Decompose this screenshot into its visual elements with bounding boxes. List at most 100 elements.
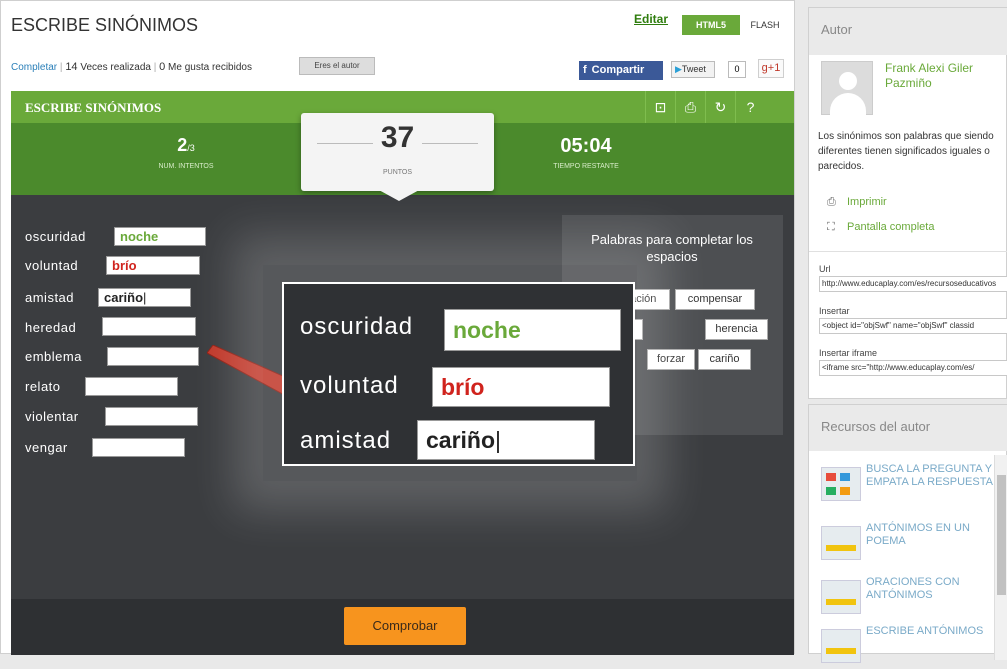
url-field[interactable]: http://www.educaplay.com/es/recursoseduc… [819,276,1007,292]
thumb-block [826,599,856,605]
plays-count: 14 [65,61,78,73]
facebook-icon: f [583,64,587,76]
tweet-count: 0 [728,61,746,78]
twitter-icon: ▶ [675,64,682,74]
time-remaining-value: 05:04 [560,135,612,157]
attempts-count: 2 [177,135,188,155]
check-button[interactable]: Comprobar [344,607,466,645]
tweet-button[interactable]: ▶Tweet [671,61,715,78]
tweet-label: Tweet [681,64,706,74]
answer-input-emblema[interactable] [107,347,199,366]
time-remaining-label: TIEMPO RESTANTE [553,163,619,170]
iframe-field[interactable]: <iframe src="http://www.educaplay.com/es… [819,360,1007,376]
resource-title: ANTÓNIMOS EN UN POEMA [866,522,970,547]
text-thumbnail-icon [821,580,861,614]
url-label: Url [819,264,831,274]
attempts-value: 2/3 [131,135,241,156]
word-label-violentar: violentar [25,409,79,424]
scrollbar-thumb[interactable] [997,475,1006,595]
points-box: 37 PUNTOS [301,113,494,191]
author-button[interactable]: Eres el autor [299,57,375,75]
activity-meta: Completar | 14 Veces realizada | 0 Me gu… [11,61,252,73]
tab-flash[interactable]: FLASH [742,15,788,35]
print-icon[interactable]: ⎙ [675,91,705,123]
zoom-answer-text-amistad: cariño [426,427,496,453]
word-label-heredad: heredad [25,320,77,335]
thumb-block [826,487,836,495]
word-bank-title: Palabras para completar los espacios [591,232,753,264]
author-panel: Autor Frank Alexi Giler Pazmiño Los sinó… [808,7,1007,399]
zoom-callout: oscuridad noche voluntad brío amistad ca… [282,282,635,466]
thumb-block [826,473,836,481]
thumb-block [826,545,856,551]
resource-item[interactable]: ORACIONES CON ANTÓNIMOS [821,576,1001,620]
word-chip-forzar[interactable]: forzar [647,349,695,370]
author-heading: Autor [809,8,1007,55]
word-label-vengar: vengar [25,440,68,455]
answer-input-oscuridad[interactable]: noche [114,227,206,246]
answer-input-relato[interactable] [85,377,178,396]
google-plus-button[interactable]: g+1 [758,59,784,78]
game-title: ESCRIBE SINÓNIMOS [25,100,162,115]
zoom-label-amistad: amistad [300,427,392,454]
points-label: PUNTOS [382,169,413,176]
word-label-emblema: emblema [25,349,82,364]
divider [809,251,1007,252]
points-pointer [377,189,421,201]
resources-scrollbar[interactable] [994,455,1007,660]
page-title: ESCRIBE SINÓNIMOS [11,15,199,35]
embed-label: Insertar [819,306,850,316]
fullscreen-icon[interactable]: ⊡ [645,91,675,123]
word-label-amistad: amistad [25,290,75,305]
embed-field[interactable]: <object id="objSwf" name="objSwf" classi… [819,318,1007,334]
resource-item[interactable]: ESCRIBE ANTÓNIMOS [821,625,1001,669]
word-chip-herencia[interactable]: herencia [705,319,768,340]
likes-label: Me gusta recibidos [168,62,252,73]
facebook-share-button[interactable]: f Compartir [579,61,663,80]
print-link[interactable]: Imprimir [847,196,887,208]
word-label-voluntad: voluntad [25,258,79,273]
resources-panel: Recursos del autor BUSCA LA PREGUNTA Y E… [808,404,1007,663]
word-label-relato: relato [25,379,61,394]
restart-icon[interactable]: ↻ [705,91,735,123]
edit-link[interactable]: Editar [634,12,668,26]
avatar-body [830,93,866,115]
answer-input-violentar[interactable] [105,407,198,426]
resource-title: ORACIONES CON ANTÓNIMOS [866,576,960,601]
complete-link[interactable]: Completar [11,62,57,73]
tab-html5[interactable]: HTML5 [682,15,740,35]
fullscreen-link[interactable]: Pantalla completa [847,221,934,233]
resource-title: BUSCA LA PREGUNTA Y EMPATA LA RESPUESTA [866,463,993,488]
word-chip-compensar[interactable]: compensar [675,289,755,310]
iframe-label: Insertar iframe [819,348,878,358]
activity-description: Los sinónimos son palabras que siendo di… [818,131,994,172]
answer-input-vengar[interactable] [92,438,185,457]
expand-icon: ⛶ [827,221,835,233]
resource-item[interactable]: BUSCA LA PREGUNTA Y EMPATA LA RESPUESTA [821,463,1001,507]
main-panel: ESCRIBE SINÓNIMOS Editar HTML5 FLASH Com… [0,0,795,655]
sidebar: Autor Frank Alexi Giler Pazmiño Los sinó… [808,7,1007,663]
text-thumbnail-icon [821,629,861,663]
author-name[interactable]: Frank Alexi Giler Pazmiño [885,61,1005,91]
zoom-answer-voluntad: brío [432,367,610,407]
likes-count: 0 [159,61,166,73]
help-icon[interactable]: ? [735,91,765,123]
plays-label: Veces realizada [80,62,151,73]
points-value: 37 [380,121,415,154]
thumb-block [840,473,850,481]
resource-item[interactable]: ANTÓNIMOS EN UN POEMA [821,522,1001,566]
answer-input-amistad[interactable]: cariño| [98,288,191,307]
answer-input-heredad[interactable] [102,317,196,336]
facebook-share-label: Compartir [591,64,645,76]
quiz-thumbnail-icon [821,467,861,501]
zoom-label-voluntad: voluntad [300,372,399,399]
answer-text-amistad: cariño [104,290,144,305]
printer-icon: ⎙ [827,196,836,208]
word-chip-carino[interactable]: cariño [698,349,751,370]
zoom-answer-oscuridad: noche [444,309,621,351]
thumb-block [826,648,856,654]
thumb-block [840,487,850,495]
answer-input-voluntad[interactable]: brío [106,256,200,275]
zoom-label-oscuridad: oscuridad [300,313,414,340]
attempts-total: /3 [187,143,195,153]
